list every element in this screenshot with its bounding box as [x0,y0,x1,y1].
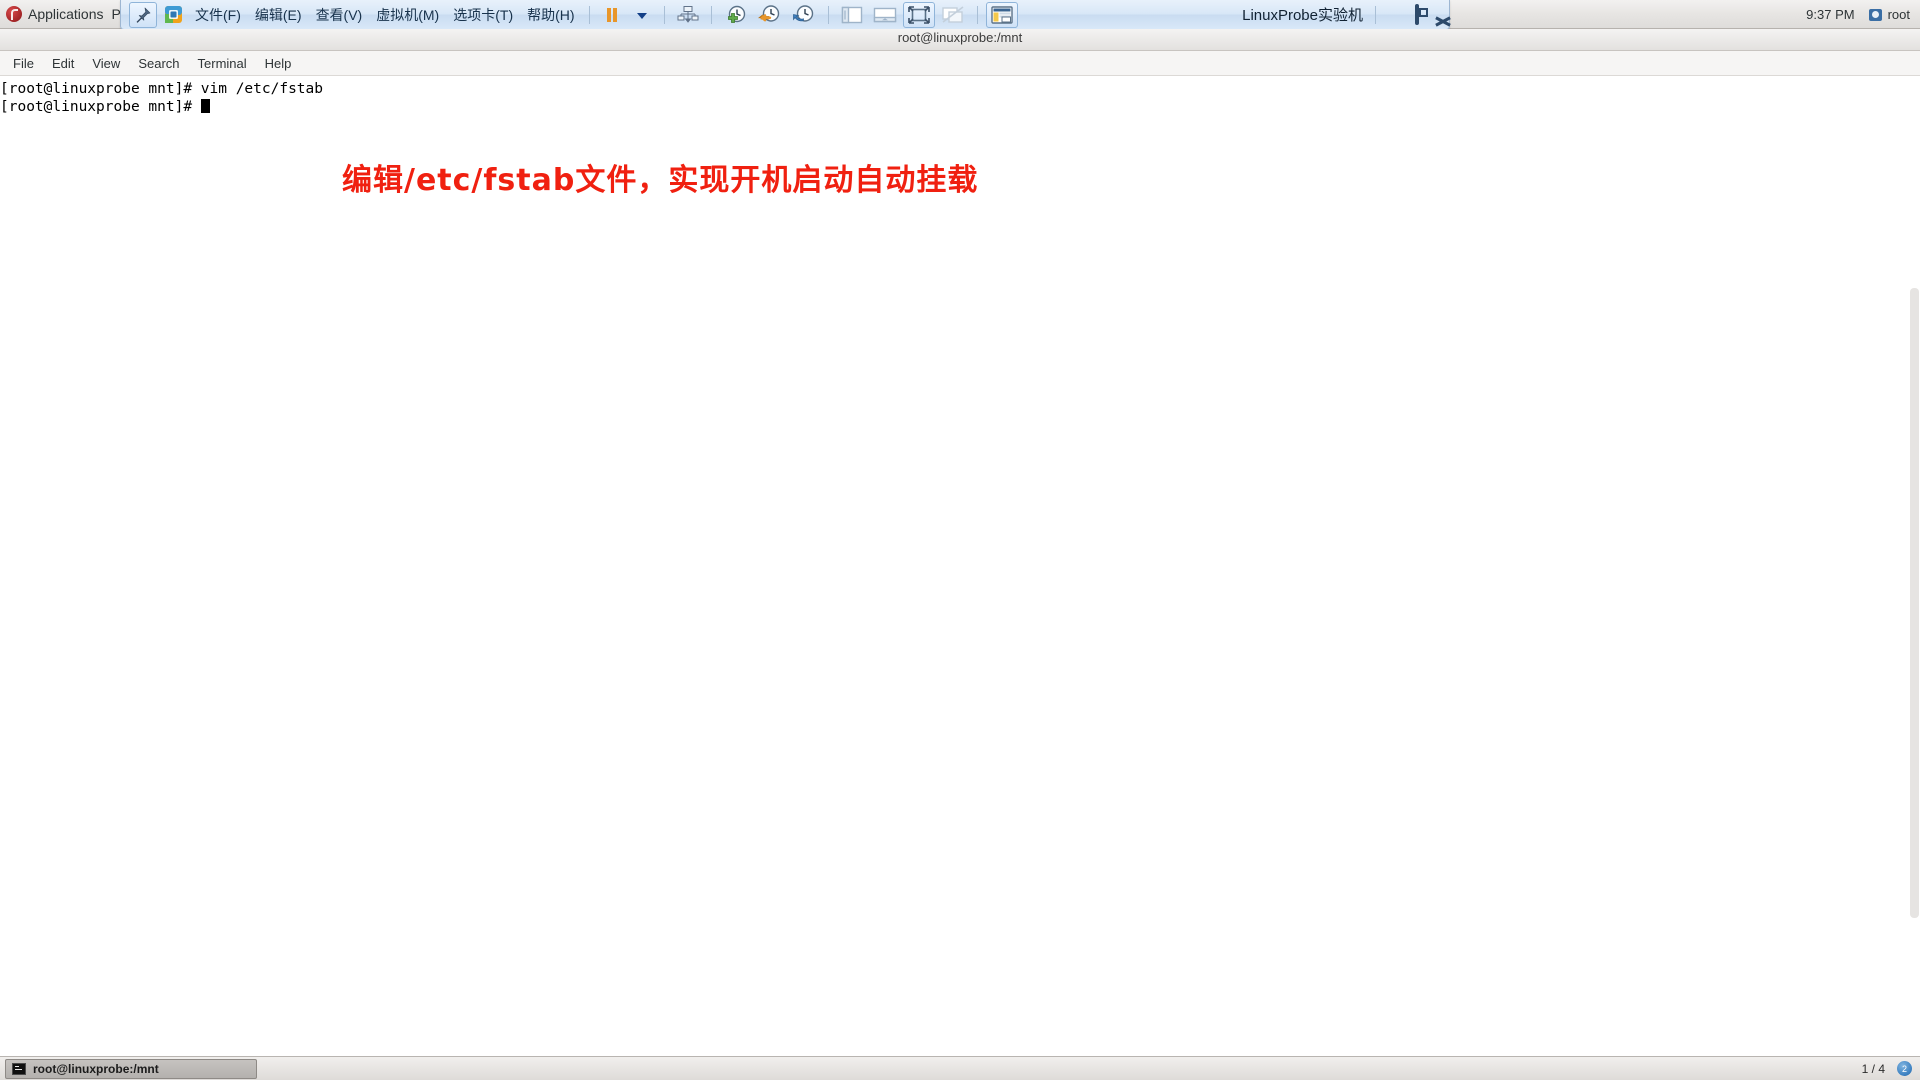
workspace-indicator: 1 / 4 2 [1862,1061,1920,1076]
terminal-cursor [200,99,210,113]
menu-vm[interactable]: 虚拟机(M) [369,3,446,27]
terminal-scrollbar[interactable] [1909,76,1920,1056]
toolbar-separator [1375,5,1376,24]
console-view-icon [990,5,1013,24]
show-sidebar-button[interactable] [837,2,867,28]
terminal-title-label: root@linuxprobe:/mnt [897,30,1023,45]
suspend-button[interactable] [598,2,626,28]
manage-snapshots-button[interactable] [788,2,820,28]
fedora-logo-icon [6,6,22,22]
toolbar-separator [976,5,978,24]
menu-file[interactable]: 文件(F) [188,3,248,27]
vmware-window-title: LinuxProbe实验机 [1242,7,1363,24]
snapshot-manager-icon [677,5,699,23]
power-dropdown-icon [636,12,647,19]
toolbar-separator [588,5,590,24]
annotation-text: 编辑/etc/fstab文件，实现开机启动自动挂载 [342,163,979,198]
pin-button[interactable] [129,1,157,28]
show-thumbnail-bar-button[interactable] [869,2,901,28]
vmware-toolbar: 文件(F) 编辑(E) 查看(V) 虚拟机(M) 选项卡(T) 帮助(H) Li… [120,0,1450,30]
terminal-window: root@linuxprobe:/mnt File Edit View Sear… [0,29,1920,1056]
terminal-menu-file[interactable]: File [4,53,43,74]
revert-snapshot-button[interactable] [754,2,786,28]
show-sidebar-icon [841,6,862,23]
unity-mode-button[interactable] [937,2,969,28]
applications-menu-label: Applications [28,6,104,22]
terminal-icon [12,1062,26,1075]
vmware-restore-button[interactable] [1415,3,1419,25]
manage-snapshots-icon [792,4,813,22]
panel-user-label: root [1887,7,1910,22]
show-thumbnail-bar-icon [873,7,896,22]
snapshot-manager-button[interactable] [673,2,703,28]
toolbar-separator [710,5,712,24]
toolbar-separator [663,5,665,24]
power-dropdown-button[interactable] [628,2,656,28]
revert-snapshot-icon [757,4,779,22]
suspend-icon [606,7,617,22]
toolbar-separator [827,5,829,24]
taskbar-window-button[interactable]: root@linuxprobe:/mnt [5,1058,257,1079]
vmware-workstation-icon [164,6,182,23]
fullscreen-button[interactable] [902,1,935,28]
panel-user-menu[interactable]: root [1868,7,1910,22]
terminal-menu-edit[interactable]: Edit [43,53,83,74]
menu-edit[interactable]: 编辑(E) [248,3,309,27]
terminal-titlebar[interactable]: root@linuxprobe:/mnt [0,29,1920,51]
terminal-menu-help[interactable]: Help [256,53,301,74]
take-snapshot-button[interactable] [720,2,752,28]
workspace-switcher-button[interactable]: 2 [1897,1061,1912,1076]
workspace-label: 1 / 4 [1861,1061,1885,1076]
panel-clock[interactable]: 9:37 PM [1806,7,1854,22]
window-list-taskbar: root@linuxprobe:/mnt 1 / 4 2 [0,1056,1920,1080]
unity-mode-icon [941,5,964,23]
terminal-scrollbar-thumb[interactable] [1910,288,1919,918]
terminal-menubar: File Edit View Search Terminal Help [0,51,1920,76]
terminal-output-area[interactable]: [root@linuxprobe mnt]# vim /etc/fstab [r… [0,76,1920,1056]
taskbar-window-label: root@linuxprobe:/mnt [33,1061,159,1076]
take-snapshot-icon [727,5,745,23]
menu-view[interactable]: 查看(V) [309,3,370,27]
terminal-line-1: [root@linuxprobe mnt]# vim /etc/fstab [0,81,324,97]
terminal-menu-search[interactable]: Search [129,53,188,74]
terminal-text: [root@linuxprobe mnt]# vim /etc/fstab [r… [0,80,323,116]
applications-menu[interactable]: Applications [6,6,104,22]
fullscreen-icon [907,5,930,24]
vmware-app-icon-button[interactable] [159,2,187,28]
terminal-menu-terminal[interactable]: Terminal [189,53,256,74]
pin-icon [136,7,151,23]
menu-tabs[interactable]: 选项卡(T) [446,3,520,27]
menu-help[interactable]: 帮助(H) [520,3,581,27]
user-account-icon [1868,8,1882,21]
terminal-menu-view[interactable]: View [83,53,129,74]
console-view-button[interactable] [985,1,1018,28]
terminal-line-2: [root@linuxprobe mnt]# [0,99,201,115]
